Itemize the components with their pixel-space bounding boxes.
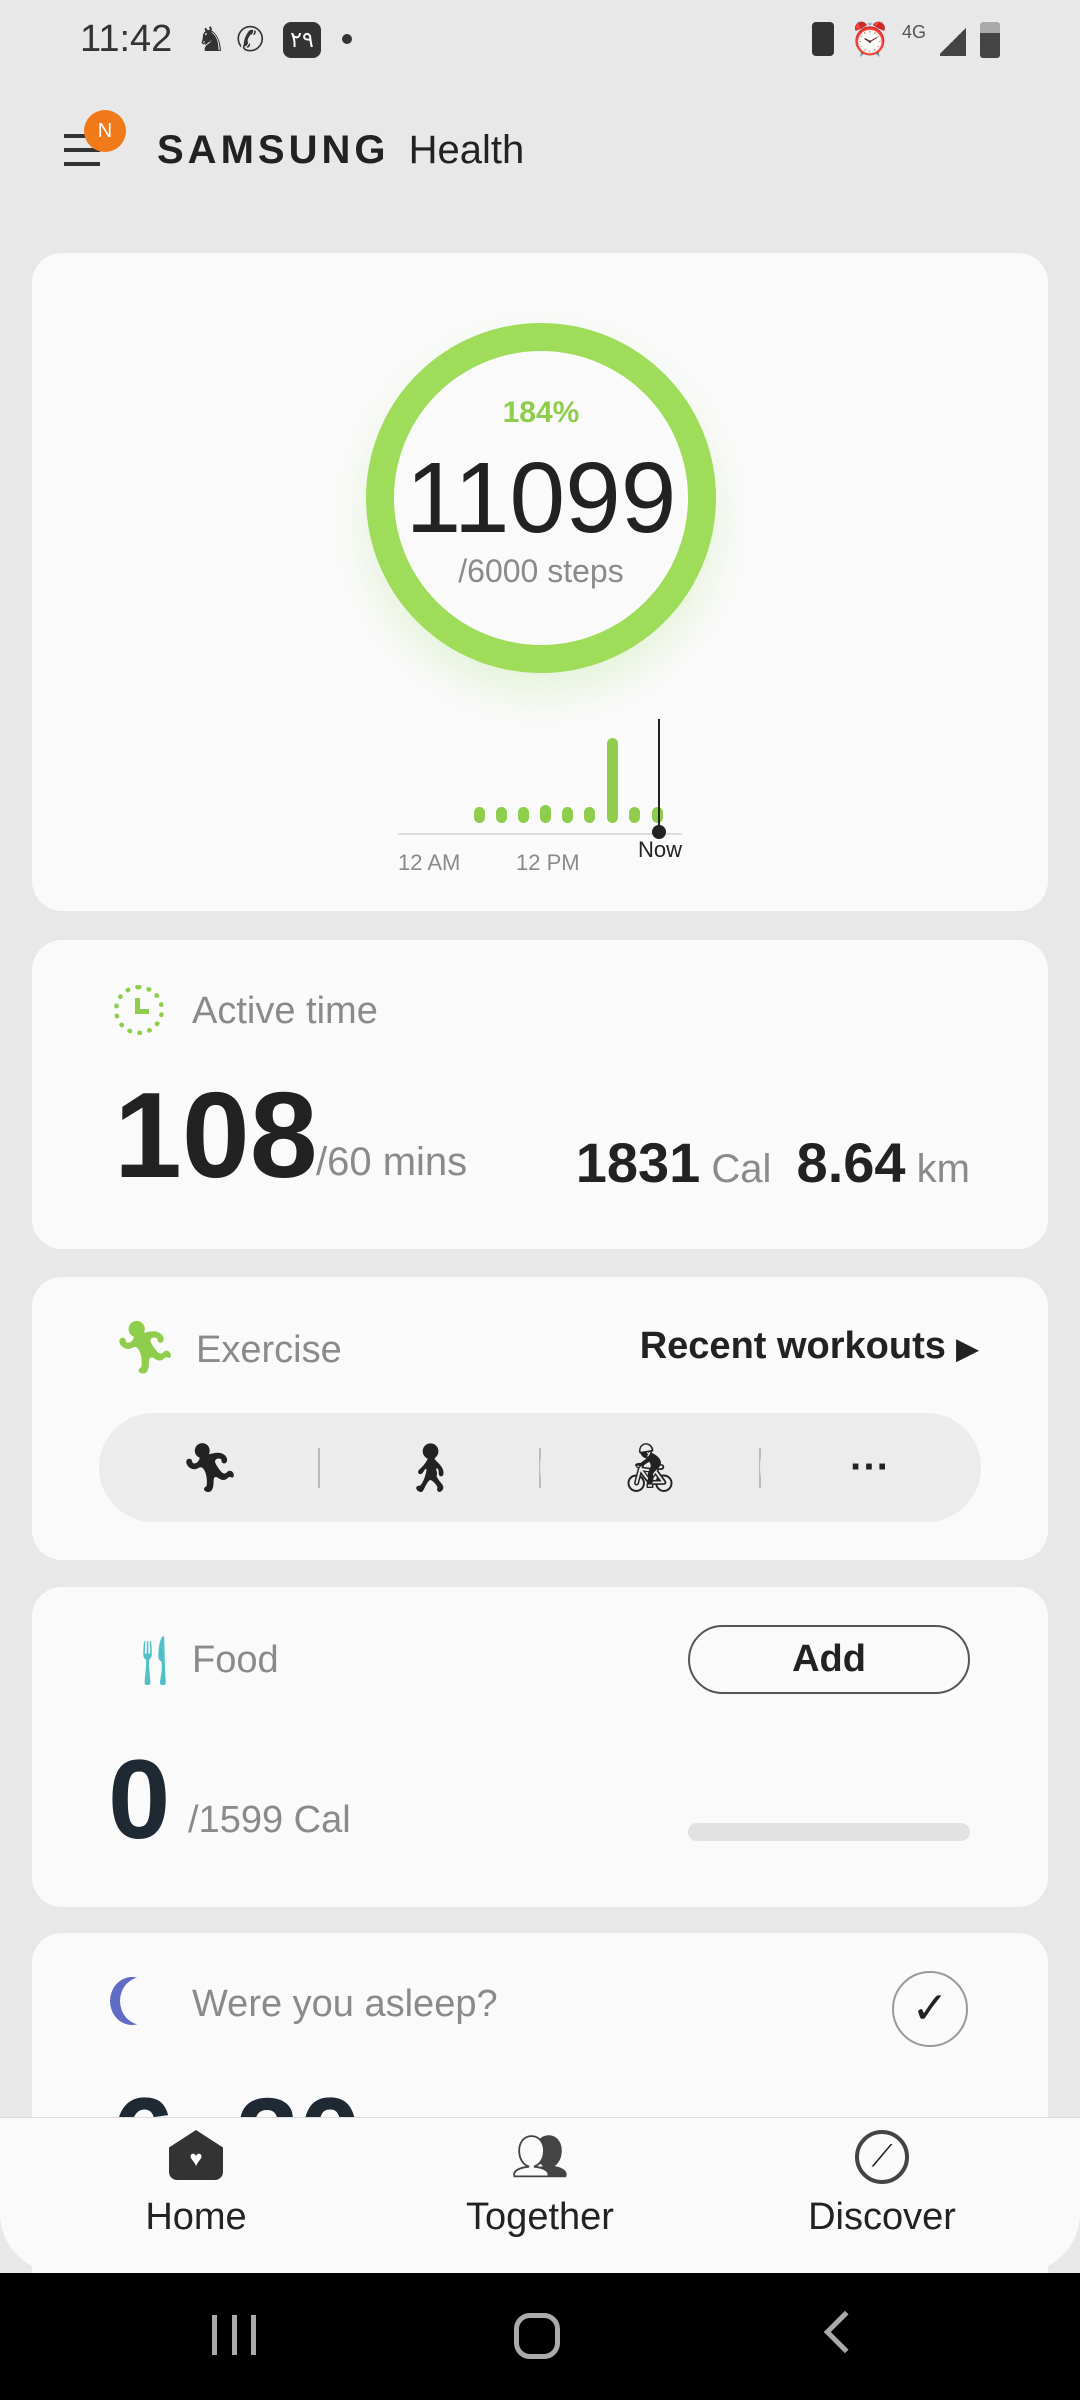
more-icon: ··· — [850, 1445, 890, 1489]
nav-discover-label: Discover — [808, 2196, 956, 2238]
nav-home-label: Home — [145, 2196, 247, 2238]
people-icon: 👥︎ — [510, 2130, 570, 2182]
notification-badge-icon: ٢٩ — [283, 22, 321, 58]
step-bar — [629, 807, 640, 823]
walking-icon: 🚶︎ — [399, 1442, 461, 1495]
active-time-icon — [114, 985, 164, 1035]
nav-home[interactable]: ♥ Home — [46, 2130, 346, 2239]
steps-percent: 184% — [502, 396, 580, 429]
compass-icon: ⟋ — [855, 2130, 909, 2184]
steps-card[interactable]: 184% 11099 /6000 steps 12 AM 12 PM Now — [32, 253, 1048, 911]
home-button[interactable] — [514, 2313, 560, 2359]
network-type: 4G — [902, 22, 927, 42]
home-icon: ♥ — [169, 2130, 223, 2180]
confirm-sleep-button[interactable]: ✓ — [892, 1971, 968, 2047]
whatsapp-icon: ✆ — [236, 21, 265, 59]
steps-count: 11099 — [405, 442, 677, 554]
signal-icon — [940, 26, 966, 56]
check-icon: ✓ — [911, 1984, 949, 2033]
food-progress-bar — [688, 1823, 970, 1841]
label-12am: 12 AM — [398, 850, 461, 875]
nav-together[interactable]: 👥︎ Together — [390, 2130, 690, 2239]
back-button[interactable] — [823, 2310, 867, 2354]
step-bar — [607, 738, 618, 823]
moon-icon — [120, 1977, 164, 2025]
hamburger-line — [64, 162, 100, 166]
workout-walking-button[interactable]: 🚶︎ — [320, 1413, 540, 1522]
step-bar — [584, 807, 595, 823]
food-card[interactable]: 🍴︎ Food Add 0 /1599 Cal — [32, 1587, 1048, 1907]
more-notifications-dot — [342, 34, 352, 44]
step-bar — [540, 805, 551, 823]
app-name: Health — [408, 128, 525, 172]
calories-unit: Cal — [711, 1147, 772, 1191]
workout-running-button[interactable]: 🏃︎ — [100, 1413, 320, 1522]
battery-icon — [980, 22, 1000, 58]
running-icon: 🏃︎ — [112, 1319, 179, 1377]
steps-goal: /6000 steps — [458, 553, 624, 589]
brand: SAMSUNG — [157, 128, 390, 172]
fork-knife-icon: 🍴︎ — [124, 1635, 185, 1688]
step-bar — [518, 807, 529, 823]
status-bar: 11:42 ♞ ✆ ٢٩ ⏰ 4G — [0, 0, 1080, 80]
step-bar — [496, 807, 507, 823]
recents-button[interactable] — [212, 2315, 256, 2355]
menu-button[interactable]: N — [64, 110, 126, 174]
nav-together-label: Together — [466, 2196, 614, 2238]
label-12pm: 12 PM — [516, 850, 580, 875]
active-stats: 1831 Cal 8.64 km — [576, 1130, 970, 1195]
active-time-card[interactable]: Active time 108 /60 mins 1831 Cal 8.64 k… — [32, 940, 1048, 1249]
running-icon: 🏃︎ — [179, 1442, 241, 1495]
system-nav-bar — [0, 2273, 1080, 2400]
food-goal: /1599 Cal — [188, 1799, 351, 1841]
clock: 11:42 — [80, 18, 173, 60]
app-title: SAMSUNG Health — [157, 128, 524, 173]
active-minutes: 108 — [114, 1067, 318, 1203]
add-food-button[interactable]: Add — [688, 1625, 970, 1694]
sleep-title: Were you asleep? — [192, 1983, 498, 2025]
step-bar — [474, 807, 485, 823]
active-goal: /60 mins — [316, 1140, 468, 1184]
distance-unit: km — [916, 1147, 970, 1191]
step-bar — [562, 807, 573, 823]
battery-saver-icon — [812, 22, 834, 56]
nav-discover[interactable]: ⟋ Discover — [732, 2130, 1032, 2239]
play-arrow-icon: ▶ — [956, 1333, 978, 1364]
calories-value: 1831 — [575, 1131, 701, 1194]
recent-workouts-label: Recent workouts — [639, 1325, 946, 1367]
food-title: Food — [192, 1639, 279, 1681]
recent-workouts-link[interactable]: Recent workouts ▶ — [640, 1325, 978, 1368]
cycling-icon: 🚴︎ — [619, 1442, 681, 1495]
alarm-icon: ⏰ — [850, 21, 890, 57]
exercise-title: Exercise — [196, 1329, 342, 1371]
app-notification-icon: ♞ — [196, 21, 227, 59]
new-badge: N — [84, 110, 126, 152]
active-time-title: Active time — [192, 990, 378, 1032]
workout-cycling-button[interactable]: 🚴︎ — [540, 1413, 760, 1522]
food-calories: 0 — [108, 1737, 171, 1862]
label-now: Now — [638, 837, 683, 862]
distance-value: 8.64 — [796, 1131, 906, 1194]
chart-baseline — [398, 833, 682, 835]
more-workouts-button[interactable]: ··· — [760, 1413, 980, 1522]
now-line — [658, 719, 660, 831]
